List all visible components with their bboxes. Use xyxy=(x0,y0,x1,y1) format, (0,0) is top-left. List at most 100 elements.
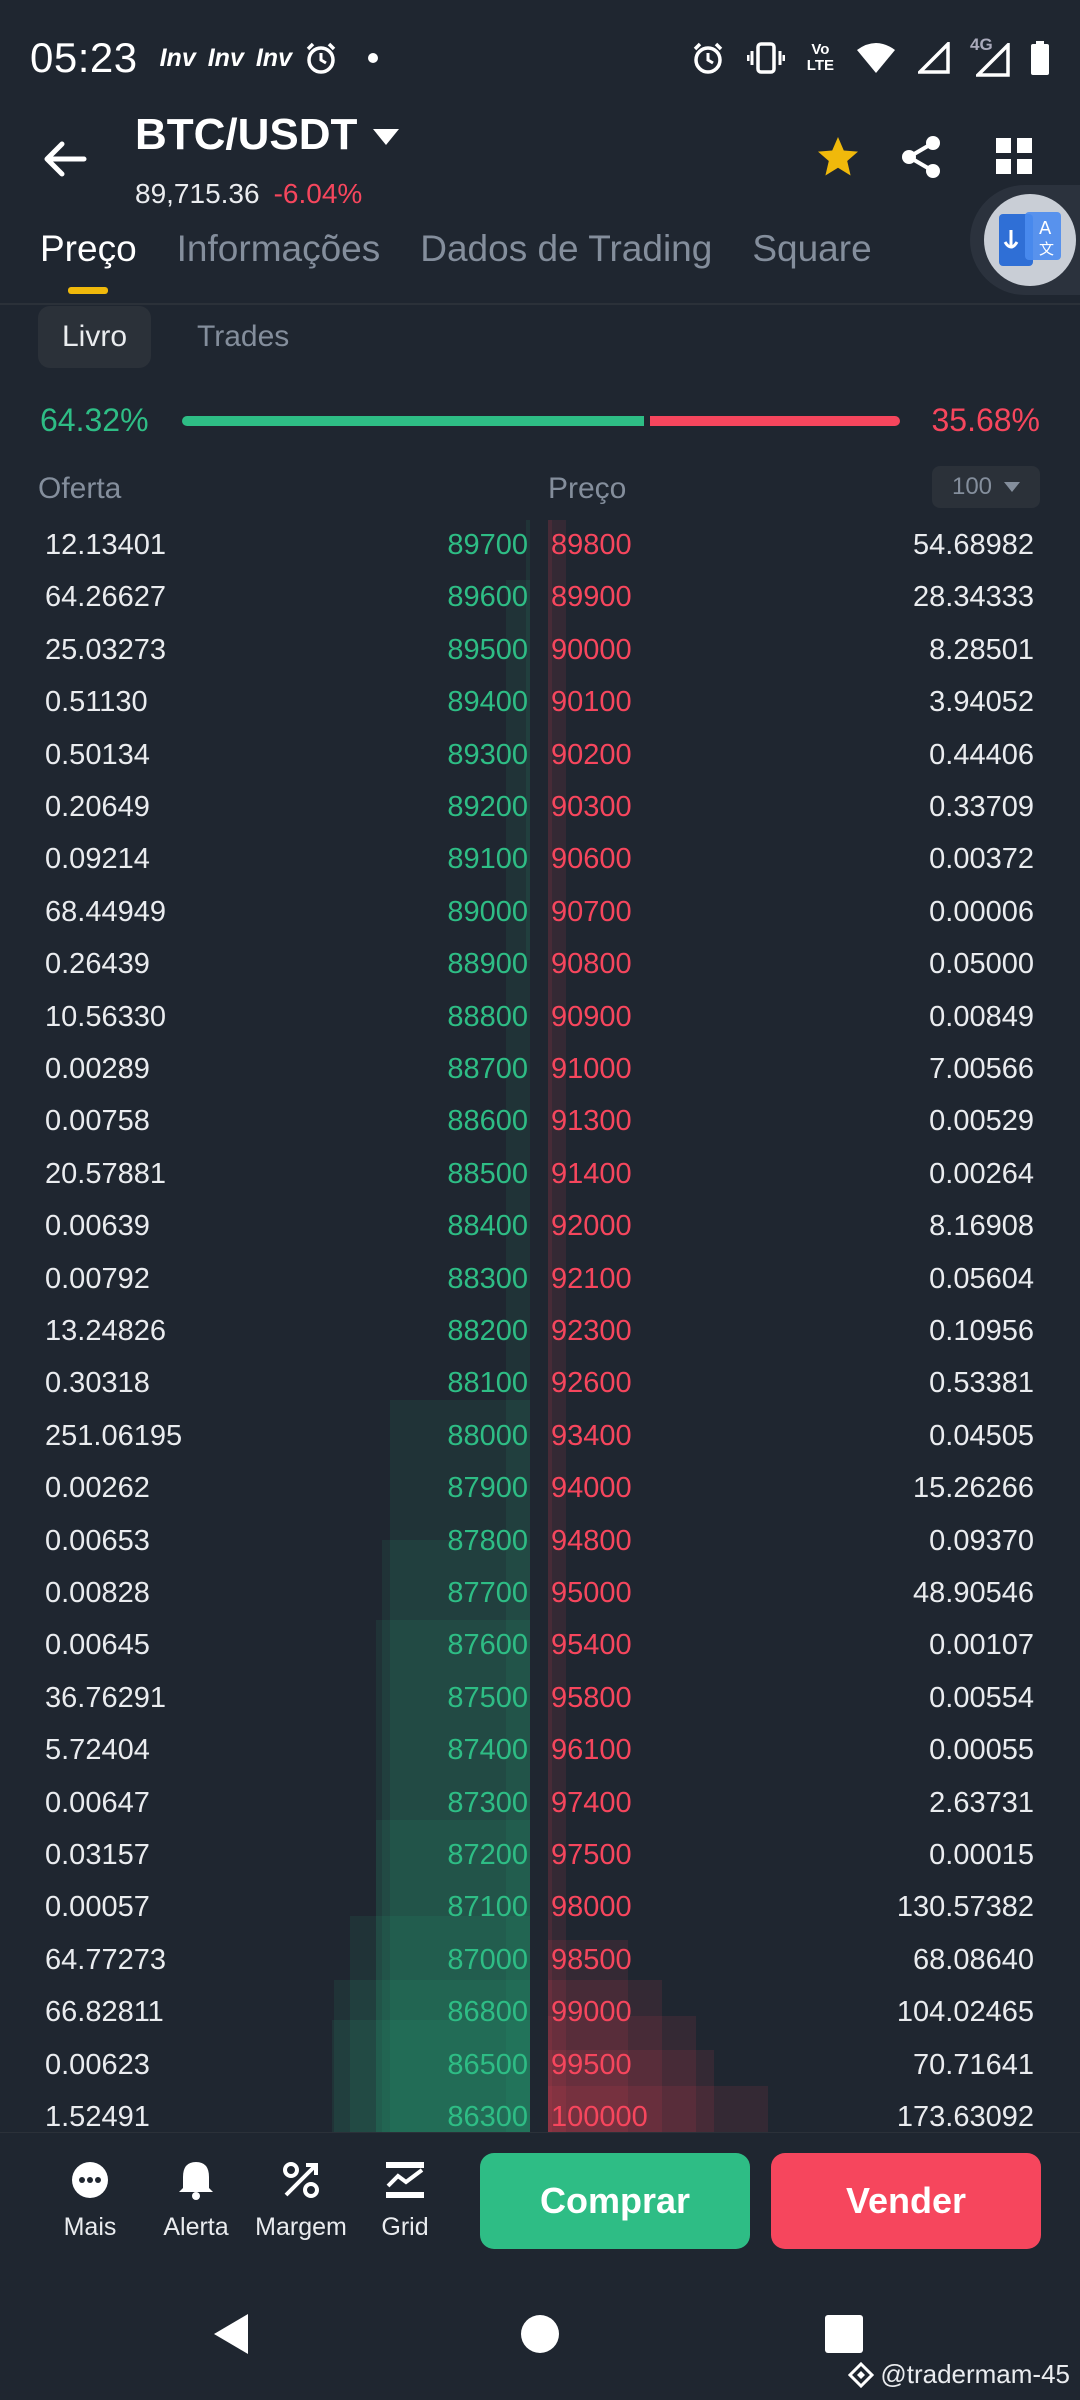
translate-icon[interactable]: A文 xyxy=(984,194,1076,286)
tab-dados-de-trading[interactable]: Dados de Trading xyxy=(420,228,712,288)
bid-price: 88300 xyxy=(447,1262,528,1295)
aggregation-select[interactable]: 100 xyxy=(932,466,1040,508)
ask-quantity: 0.00107 xyxy=(929,1629,1034,1662)
book-row[interactable]: 0.00758 88600 91300 0.00529 xyxy=(0,1096,1080,1148)
book-row[interactable]: 0.00057 87100 98000 130.57382 xyxy=(0,1882,1080,1934)
book-row[interactable]: 0.00653 87800 94800 0.09370 xyxy=(0,1516,1080,1568)
ask-quantity: 68.08640 xyxy=(913,1943,1034,1976)
notification-icons: Inv Inv Inv xyxy=(160,41,378,75)
star-icon[interactable] xyxy=(815,134,861,180)
pair-name[interactable]: BTC/USDT xyxy=(135,110,357,160)
aggregation-value[interactable]: 100 xyxy=(952,473,992,501)
grid-button[interactable]: Grid xyxy=(355,2155,455,2242)
ask-price: 92100 xyxy=(551,1262,632,1295)
book-row[interactable]: 0.50134 89300 90200 0.44406 xyxy=(0,730,1080,782)
bid-quantity: 66.82811 xyxy=(45,1996,164,2029)
buy-button[interactable]: Comprar xyxy=(480,2153,750,2249)
book-row[interactable]: 64.77273 87000 98500 68.08640 xyxy=(0,1935,1080,1987)
price-summary: 89,715.36 -6.04% xyxy=(135,178,362,210)
ask-quantity: 0.00372 xyxy=(929,843,1034,876)
book-row[interactable]: 0.30318 88100 92600 0.53381 xyxy=(0,1358,1080,1410)
book-row[interactable]: 0.00828 87700 95000 48.90546 xyxy=(0,1568,1080,1620)
bid-quantity: 0.00828 xyxy=(45,1577,150,1609)
book-subtabs: Livro Trades xyxy=(38,306,313,368)
subtab-trades[interactable]: Trades xyxy=(173,306,313,368)
more-icon xyxy=(72,2162,108,2198)
book-row[interactable]: 0.26439 88900 90800 0.05000 xyxy=(0,939,1080,991)
chevron-down-icon[interactable] xyxy=(373,129,400,145)
ask-price: 97500 xyxy=(551,1839,632,1871)
alarm-icon xyxy=(306,42,336,74)
book-row[interactable]: 251.06195 88000 93400 0.04505 xyxy=(0,1411,1080,1463)
signal-icon xyxy=(918,42,950,74)
volte-icon: Vo LTE xyxy=(806,41,834,74)
ask-percentage: 35.68% xyxy=(931,402,1040,438)
more-button[interactable]: Mais xyxy=(40,2155,140,2242)
book-row[interactable]: 0.20649 89200 90300 0.33709 xyxy=(0,782,1080,834)
svg-text:文: 文 xyxy=(1039,240,1054,258)
book-row[interactable]: 13.24826 88200 92300 0.10956 xyxy=(0,1306,1080,1358)
alert-button[interactable]: Alerta xyxy=(146,2155,246,2242)
translate-bubble[interactable]: A文 xyxy=(970,185,1080,295)
book-row[interactable]: 20.57881 88500 91400 0.00264 xyxy=(0,1149,1080,1201)
bid-quantity: 0.26439 xyxy=(45,948,150,981)
ask-price: 95400 xyxy=(551,1629,632,1662)
bid-price: 87100 xyxy=(447,1891,528,1924)
back-arrow-icon[interactable] xyxy=(40,134,90,184)
margin-button[interactable]: Margem xyxy=(251,2155,351,2242)
book-row[interactable]: 10.56330 88800 90900 0.00849 xyxy=(0,992,1080,1044)
bid-price: 88200 xyxy=(447,1315,528,1347)
book-row[interactable]: 0.09214 89100 90600 0.00372 xyxy=(0,834,1080,886)
book-row[interactable]: 66.82811 86800 99000 104.02465 xyxy=(0,1987,1080,2039)
grid-menu-icon[interactable] xyxy=(994,136,1034,176)
book-row[interactable]: 0.00289 88700 91000 7.00566 xyxy=(0,1044,1080,1096)
book-row[interactable]: 36.76291 87500 95800 0.00554 xyxy=(0,1673,1080,1725)
bid-price: 87900 xyxy=(447,1472,528,1505)
grid-label: Grid xyxy=(381,2213,429,2241)
order-book: 12.13401 89700 89800 54.68982 64.26627 89600 8… xyxy=(0,520,1080,2132)
back-triangle-icon[interactable] xyxy=(210,2312,254,2356)
sell-button[interactable]: Vender xyxy=(771,2153,1041,2249)
tab-square[interactable]: Square xyxy=(752,228,871,288)
bid-quantity: 10.56330 xyxy=(45,1000,166,1033)
recents-square-icon[interactable] xyxy=(824,2314,864,2354)
signal-4g-icon: 4G xyxy=(970,35,1010,77)
ask-quantity: 0.53381 xyxy=(929,1367,1034,1400)
bid-price: 87200 xyxy=(447,1839,528,1871)
bid-quantity: 0.00289 xyxy=(45,1053,150,1085)
ask-price: 95800 xyxy=(551,1681,632,1714)
bid-price: 89100 xyxy=(447,843,528,876)
book-row[interactable]: 5.72404 87400 96100 0.00055 xyxy=(0,1725,1080,1777)
book-row[interactable]: 0.00623 86500 99500 70.71641 xyxy=(0,2040,1080,2092)
bid-quantity: 13.24826 xyxy=(45,1315,166,1347)
margin-label: Margem xyxy=(255,2213,347,2241)
bid-price: 88100 xyxy=(447,1367,528,1400)
book-row[interactable]: 12.13401 89700 89800 54.68982 xyxy=(0,520,1080,572)
book-row[interactable]: 25.03273 89500 90000 8.28501 xyxy=(0,625,1080,677)
book-row[interactable]: 0.00792 88300 92100 0.05604 xyxy=(0,1254,1080,1306)
ask-quantity: 7.00566 xyxy=(929,1053,1034,1085)
ask-price: 90000 xyxy=(551,633,632,666)
bid-quantity: 0.09214 xyxy=(45,843,150,876)
share-icon[interactable] xyxy=(898,134,944,180)
book-row[interactable]: 0.00262 87900 94000 15.26266 xyxy=(0,1463,1080,1515)
notification-app-icon: Inv xyxy=(159,43,196,72)
home-circle-icon[interactable] xyxy=(520,2312,560,2356)
book-row[interactable]: 0.00645 87600 95400 0.00107 xyxy=(0,1620,1080,1672)
tab-informacoes[interactable]: Informações xyxy=(177,228,381,288)
bid-quantity: 36.76291 xyxy=(45,1681,166,1714)
book-row[interactable]: 0.00647 87300 97400 2.63731 xyxy=(0,1778,1080,1830)
subtab-livro[interactable]: Livro xyxy=(38,306,152,368)
book-row[interactable]: 64.26627 89600 89900 28.34333 xyxy=(0,572,1080,624)
book-row[interactable]: 0.51130 89400 90100 3.94052 xyxy=(0,677,1080,729)
book-row[interactable]: 68.44949 89000 90700 0.00006 xyxy=(0,887,1080,939)
book-row[interactable]: 1.52491 86300 100000 173.63092 xyxy=(0,2092,1080,2132)
pair-selector[interactable]: BTC/USDT xyxy=(135,110,400,160)
book-row[interactable]: 0.00639 88400 92000 8.16908 xyxy=(0,1201,1080,1253)
ask-price: 90700 xyxy=(551,895,632,928)
chevron-down-icon[interactable] xyxy=(1004,482,1021,492)
book-row[interactable]: 0.03157 87200 97500 0.00015 xyxy=(0,1830,1080,1882)
bid-quantity: 0.00653 xyxy=(45,1524,150,1557)
binance-logo-icon xyxy=(848,2361,875,2388)
tab-preco[interactable]: Preço xyxy=(40,228,137,294)
